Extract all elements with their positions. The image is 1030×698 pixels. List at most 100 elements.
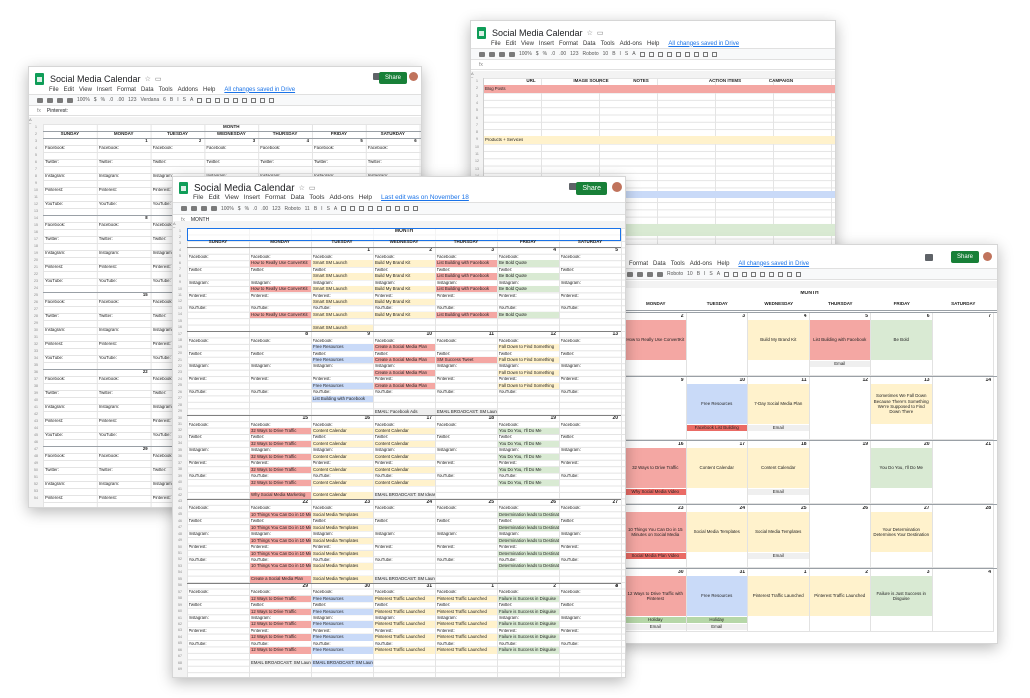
toolbar-control[interactable]: A xyxy=(632,51,635,57)
content-block[interactable]: Content Calendar xyxy=(686,448,747,488)
row-number[interactable]: 33 xyxy=(29,349,43,353)
star-icon[interactable]: ☆ xyxy=(587,29,593,37)
wrap-icon[interactable] xyxy=(224,97,230,103)
row-number[interactable]: 37 xyxy=(173,461,187,465)
post-entry[interactable]: Determination leads to Destination xyxy=(498,537,559,545)
post-entry[interactable]: List Building with Facebook xyxy=(436,273,497,280)
toolbar-control[interactable]: .0 xyxy=(551,51,555,57)
post-entry[interactable]: Free Resources xyxy=(312,647,373,654)
share-button[interactable]: Share xyxy=(950,251,979,263)
row-number[interactable]: 27 xyxy=(173,396,187,400)
borders-icon[interactable] xyxy=(341,206,347,211)
wrap-icon[interactable] xyxy=(666,51,672,57)
day-cell[interactable]: 14 xyxy=(932,377,994,440)
row-number[interactable]: 35 xyxy=(29,363,43,367)
post-entry[interactable]: Pinterest Traffic Launched xyxy=(436,595,497,603)
post-entry[interactable]: How to Really Use ConvertKit xyxy=(250,286,311,293)
toolbar-control[interactable]: .00 xyxy=(117,97,124,103)
content-block[interactable]: Social Media Templates xyxy=(748,512,809,552)
toolbar-control[interactable]: 10 xyxy=(687,271,693,277)
paint-format-icon[interactable] xyxy=(657,271,663,277)
toolbar-control[interactable]: I xyxy=(704,271,705,277)
row-number[interactable]: 31 xyxy=(29,335,43,339)
comment-icon[interactable] xyxy=(386,206,392,211)
post-entry[interactable]: Pinterest Traffic Launched xyxy=(436,634,497,641)
note-cell[interactable]: Email xyxy=(809,361,870,367)
note-cell[interactable]: Holiday xyxy=(686,617,747,623)
email-note[interactable]: EMAIL BROADCAST: SM Launch xyxy=(250,660,311,667)
row-number[interactable]: 1 xyxy=(471,79,483,83)
toolbar-control[interactable]: .00 xyxy=(559,51,566,57)
post-entry[interactable]: Failure is Success in Disguise xyxy=(498,647,559,654)
row-number[interactable]: 52 xyxy=(29,482,43,486)
row-number[interactable]: 40 xyxy=(173,480,187,484)
toolbar-control[interactable]: 123 xyxy=(570,51,578,57)
content-block[interactable]: Failure is Just Success in Disguise xyxy=(871,576,932,616)
row-number[interactable]: 5 xyxy=(173,254,187,258)
row-number[interactable]: 5 xyxy=(29,153,43,157)
content-block[interactable]: Your Determination Determines Your Desti… xyxy=(871,512,932,552)
row-number[interactable]: 22 xyxy=(173,364,187,368)
row-number[interactable]: 9 xyxy=(29,181,43,185)
row-number[interactable]: 7 xyxy=(29,167,43,171)
post-entry[interactable]: Content Calendar xyxy=(374,453,435,461)
content-block[interactable]: 7-Day Social Media Plan xyxy=(748,384,809,424)
post-entry[interactable]: Free Resources xyxy=(312,382,373,390)
toolbar-control[interactable]: B xyxy=(697,271,700,277)
print-icon[interactable] xyxy=(57,97,63,103)
note-cell[interactable]: Email xyxy=(748,553,809,559)
row-number[interactable]: 1 xyxy=(29,125,43,129)
row-number[interactable]: 8 xyxy=(173,274,187,278)
note-cell[interactable]: Holiday xyxy=(625,617,686,623)
row-number[interactable]: 7 xyxy=(173,267,187,271)
post-entry[interactable]: Pinterest Traffic Launched xyxy=(436,608,497,615)
toolbar-control[interactable]: 10 xyxy=(603,51,609,57)
row-number[interactable]: 63 xyxy=(173,628,187,632)
post-entry[interactable]: 32 Ways to Drive Traffic xyxy=(250,427,311,435)
row-number[interactable]: 28 xyxy=(29,314,43,318)
row-number[interactable]: 31 xyxy=(173,422,187,426)
post-entry[interactable]: Be Bold Quote xyxy=(498,260,559,267)
avatar[interactable] xyxy=(612,182,622,192)
day-cell[interactable]: 13 Sometimes We Fall Down Because There's… xyxy=(871,377,933,440)
borders-icon[interactable] xyxy=(724,271,730,277)
post-entry[interactable]: Pinterest Traffic Launched xyxy=(374,608,435,615)
borders-icon[interactable] xyxy=(639,51,645,57)
day-cell[interactable]: 2 Pinterest Traffic Launched xyxy=(809,569,871,632)
day-cell[interactable]: 17 Content Calendar xyxy=(686,441,748,504)
post-entry[interactable]: Smart SM Launch xyxy=(312,260,373,267)
row-number[interactable]: 4 xyxy=(173,248,187,252)
post-entry[interactable]: Smart SM Launch xyxy=(312,298,373,306)
row-number[interactable]: 13 xyxy=(471,167,483,171)
row-number[interactable]: 1 xyxy=(173,229,187,233)
day-cell[interactable]: 9 xyxy=(625,377,687,440)
post-entry[interactable]: You Do You, I'll Do Me xyxy=(498,453,559,461)
post-entry[interactable]: Content Calendar xyxy=(312,479,373,486)
row-number[interactable]: 47 xyxy=(29,447,43,451)
row-number[interactable]: 10 xyxy=(29,188,43,192)
day-cell[interactable]: 16 32 Ways to Drive Traffic Why Social Med… xyxy=(625,441,687,504)
row-number[interactable]: 16 xyxy=(173,325,187,329)
toolbar-control[interactable]: I xyxy=(321,206,322,212)
row-number[interactable]: 41 xyxy=(173,487,187,491)
day-cell[interactable]: 7 xyxy=(932,313,994,376)
undo-icon[interactable] xyxy=(37,97,43,103)
row-number[interactable]: 12 xyxy=(471,159,483,163)
row-number[interactable]: 14 xyxy=(173,312,187,316)
menu-item[interactable]: Data xyxy=(653,261,666,267)
post-entry[interactable]: Fall Down to Find Something xyxy=(498,357,559,364)
content-block[interactable]: Free Resources xyxy=(686,576,747,616)
post-entry[interactable]: 10 Things You Can Do in 10 Min xyxy=(250,563,311,570)
document-title[interactable]: Social Media Calendar xyxy=(492,28,583,38)
day-cell[interactable]: 21 xyxy=(932,441,994,504)
day-cell[interactable]: 1 Pinterest Traffic Launched xyxy=(748,569,810,632)
row-number[interactable]: 48 xyxy=(29,454,43,458)
toolbar-control[interactable]: .0 xyxy=(253,206,257,212)
row-number[interactable]: 11 xyxy=(471,152,483,156)
row-number[interactable]: 24 xyxy=(29,286,43,290)
toolbar-control[interactable]: % xyxy=(101,97,105,103)
row-number[interactable]: 39 xyxy=(173,474,187,478)
filter-icon[interactable] xyxy=(702,51,708,57)
day-cell[interactable]: 23 10 Things You Can Do in 15 Minutes on … xyxy=(625,505,687,568)
wrap-icon[interactable] xyxy=(751,271,757,277)
